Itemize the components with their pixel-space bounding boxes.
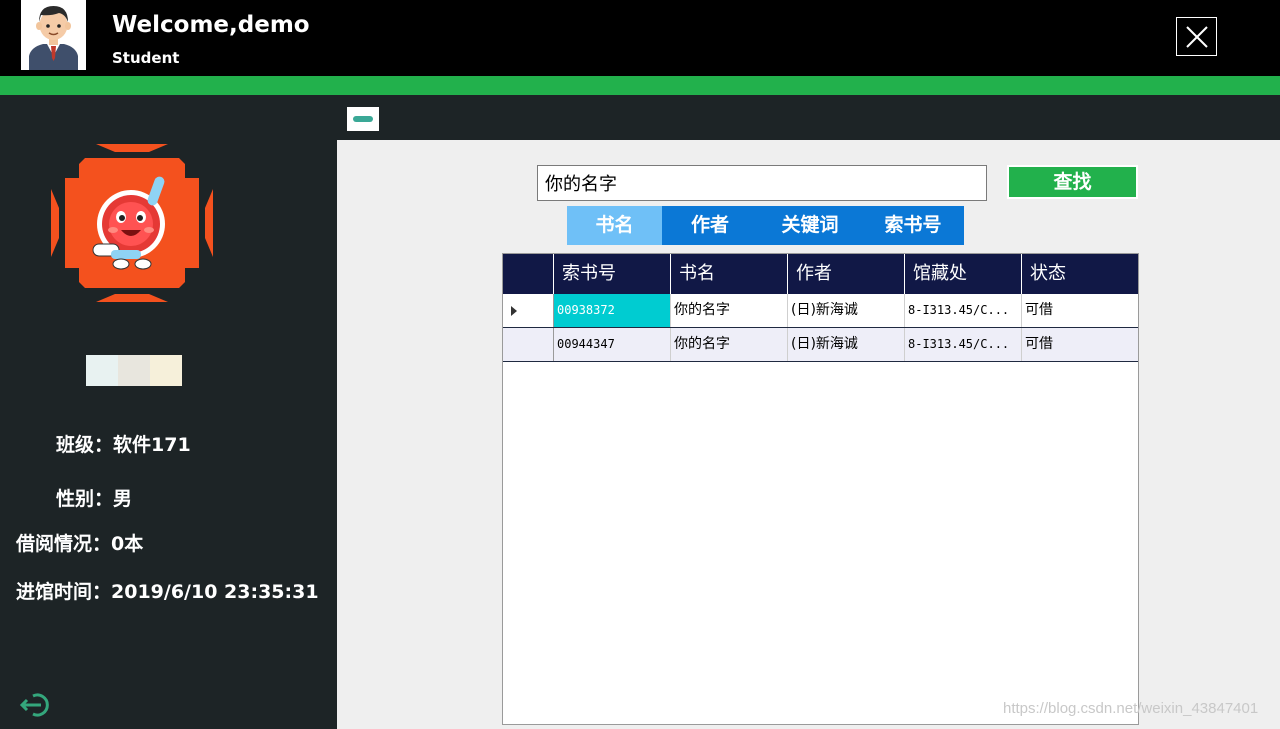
class-value: 软件171 <box>113 434 191 456</box>
cell-title[interactable]: 你的名字 <box>671 328 788 361</box>
welcome-text: Welcome,demo <box>112 12 310 38</box>
sidebar: 班级：软件171 性别：男 借阅情况：0本 进馆时间：2019/6/10 23:… <box>0 95 337 729</box>
row-header[interactable] <box>503 294 554 327</box>
swatch-3 <box>150 355 182 386</box>
search-button[interactable]: 查找 <box>1007 165 1138 199</box>
row-header[interactable] <box>503 328 554 361</box>
taiko-logo <box>51 144 213 302</box>
minimize-icon <box>353 116 373 122</box>
tab-call-number[interactable]: 索书号 <box>862 206 964 245</box>
gender-value: 男 <box>113 488 133 510</box>
watermark: https://blog.csdn.net/weixin_43847401 <box>1003 700 1259 717</box>
cell-status[interactable]: 可借 <box>1022 328 1138 361</box>
cell-call-number[interactable]: 00944347 <box>554 328 671 361</box>
class-label: 班级： <box>56 434 114 456</box>
content-toolbar <box>337 95 1280 140</box>
borrow-info: 借阅情况：0本 <box>16 529 143 556</box>
tab-title[interactable]: 书名 <box>567 206 662 245</box>
color-swatches <box>86 355 182 386</box>
entry-time-value: 2019/6/10 23:35:31 <box>111 581 319 603</box>
logout-icon[interactable] <box>19 692 53 718</box>
swatch-2 <box>118 355 150 386</box>
cell-status[interactable]: 可借 <box>1022 294 1138 327</box>
results-grid[interactable]: 索书号 书名 作者 馆藏处 状态 00938372 你的名字 (日)新海诚 8-… <box>502 253 1139 725</box>
gender-info: 性别：男 <box>56 484 132 511</box>
column-header[interactable]: 书名 <box>671 254 788 294</box>
table-row[interactable]: 00944347 你的名字 (日)新海诚 8-I313.45/C... 可借 <box>503 328 1138 362</box>
close-icon <box>1186 26 1208 48</box>
cell-location[interactable]: 8-I313.45/C... <box>905 294 1022 327</box>
column-header[interactable]: 索书号 <box>554 254 671 294</box>
cell-title[interactable]: 你的名字 <box>671 294 788 327</box>
tab-keyword[interactable]: 关键词 <box>758 206 862 245</box>
cell-author[interactable]: (日)新海诚 <box>788 328 905 361</box>
cell-call-number[interactable]: 00938372 <box>554 294 671 327</box>
borrow-label: 借阅情况： <box>16 533 112 555</box>
accent-bar <box>0 76 1280 95</box>
title-bar: Welcome,demo Student <box>0 0 1280 76</box>
user-avatar <box>21 0 86 70</box>
current-row-arrow-icon <box>511 306 517 316</box>
column-header[interactable]: 状态 <box>1022 254 1138 294</box>
gender-label: 性别： <box>56 488 114 510</box>
column-header[interactable]: 作者 <box>788 254 905 294</box>
close-button[interactable] <box>1176 17 1217 56</box>
column-header[interactable]: 馆藏处 <box>905 254 1022 294</box>
search-input[interactable] <box>537 165 987 201</box>
user-role: Student <box>112 49 180 67</box>
tab-author[interactable]: 作者 <box>662 206 758 245</box>
entry-time-info: 进馆时间：2019/6/10 23:35:31 <box>16 577 319 604</box>
row-header-corner <box>503 254 554 294</box>
search-type-tabs: 书名 作者 关键词 索书号 <box>567 206 964 245</box>
borrow-value: 0本 <box>111 533 144 555</box>
entry-time-label: 进馆时间： <box>16 581 112 603</box>
class-info: 班级：软件171 <box>56 430 191 457</box>
grid-header: 索书号 书名 作者 馆藏处 状态 <box>503 254 1138 294</box>
cell-author[interactable]: (日)新海诚 <box>788 294 905 327</box>
minimize-button[interactable] <box>347 107 379 131</box>
table-row[interactable]: 00938372 你的名字 (日)新海诚 8-I313.45/C... 可借 <box>503 294 1138 328</box>
swatch-1 <box>86 355 118 386</box>
cell-location[interactable]: 8-I313.45/C... <box>905 328 1022 361</box>
